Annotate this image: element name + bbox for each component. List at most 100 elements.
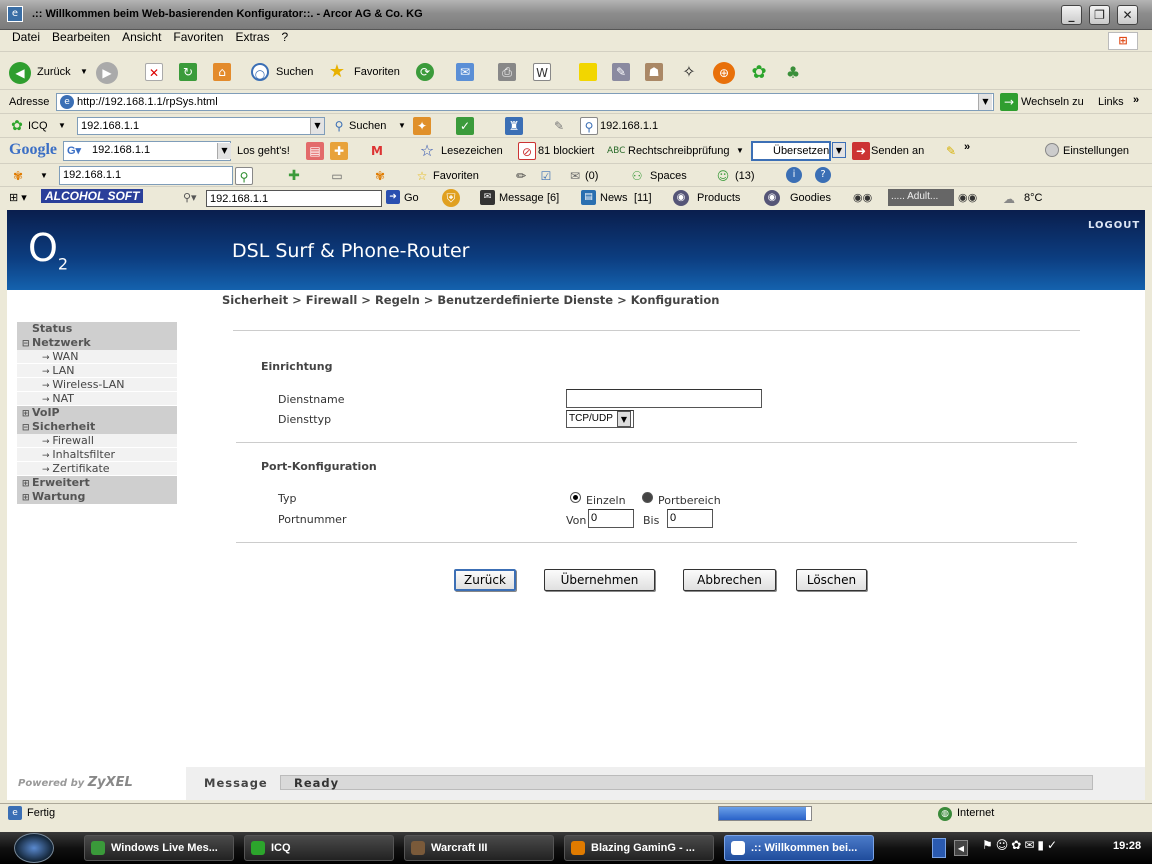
search-button[interactable]: Suchen [276,64,313,80]
icq-label[interactable]: ICQ [28,118,48,134]
alcohol-message-count[interactable]: [6] [547,190,559,206]
settings-circle-icon[interactable] [1045,143,1059,157]
port-from-input[interactable]: 0 [588,509,634,528]
sidebar-item-erweitert[interactable]: ⊞ Erweitert [17,476,177,490]
back-button[interactable]: Zurück [37,64,71,80]
menu-help[interactable]: ? [275,30,294,44]
history-icon[interactable]: ⟳ [416,63,434,81]
task-icq[interactable]: ICQ [244,835,394,861]
icq-search-button[interactable]: Suchen [349,118,386,134]
msn-spaces-button[interactable]: Spaces [650,168,687,184]
news-icon[interactable]: ▤ [306,142,324,160]
alcohol-products-icon[interactable]: ◉ [673,190,689,206]
back-arrow-icon[interactable]: ◀ [9,62,31,84]
icq-search-dropdown-icon[interactable]: ▼ [398,118,406,134]
orange-circle-icon[interactable]: ⊕ [713,62,735,84]
icq-check-icon[interactable]: ✓ [456,117,474,135]
spellcheck-button[interactable]: Rechtschreibprüfung [628,143,730,159]
highlight-icon[interactable]: ✎ [942,142,960,160]
icq-highlight-icon[interactable]: ✎ [550,117,568,135]
radio-range-label[interactable]: Portbereich [658,494,721,507]
links-label[interactable]: Links [1098,94,1124,110]
radio-single[interactable] [570,492,581,503]
home-icon[interactable]: ⌂ [213,63,231,81]
sidebar-item-status[interactable]: Status [17,322,177,336]
msn-butterfly-icon[interactable]: ✾ [9,167,27,185]
maximize-button[interactable]: ❐ [1089,5,1110,25]
translate-button[interactable]: Übersetzen [751,141,831,161]
icq-search-icon[interactable]: ⚲ [330,117,348,135]
go-arrow-icon[interactable]: → [1000,93,1018,111]
address-dropdown-icon[interactable]: ▼ [978,94,992,110]
search-icon[interactable]: ○ [251,63,269,81]
back-dropdown-icon[interactable]: ▼ [80,64,88,80]
task-router-config[interactable]: .:: Willkommen bei... [724,835,874,861]
sidebar-item-nat[interactable]: → NAT [17,392,177,406]
sidebar-item-inhaltsfilter[interactable]: → Inhaltsfilter [17,448,177,462]
msn-favorites-button[interactable]: Favoriten [433,168,479,184]
msn-spaces-icon[interactable]: ⚇ [628,167,646,185]
icq-dropdown-icon[interactable]: ▼ [58,118,66,134]
task-firefox[interactable]: Blazing GaminG - ... [564,835,714,861]
alcohol-shield-icon[interactable]: ⛨ [442,189,460,207]
popup-blocked-count[interactable]: 81 blockiert [538,143,594,159]
google-g-icon[interactable]: G▾ [67,143,81,159]
google-search-button[interactable]: Los geht's! [237,143,290,159]
sidebar-item-wireless-lan[interactable]: → Wireless-LAN [17,378,177,392]
system-tray-icons[interactable]: ⚑☺✿✉▮✓ [982,838,1092,858]
google-input-dropdown-icon[interactable]: ▼ [217,143,231,159]
alcohol-goodies-label[interactable]: Goodies [790,190,831,206]
msn-buddies-icon[interactable]: ♣ [782,62,804,84]
alcohol-news-label[interactable]: News [600,190,628,206]
sidebar-item-wan[interactable]: → WAN [17,350,177,364]
msn-window-icon[interactable]: ▭ [328,167,346,185]
msn-info-icon[interactable]: i [786,167,802,183]
menu-tools[interactable]: Extras [229,30,275,44]
service-type-dropdown-icon[interactable]: ▼ [617,411,631,427]
alcohol-goodies-icon[interactable]: ◉ [764,190,780,206]
msn-add-icon[interactable]: ✚ [285,167,303,185]
sidebar-item-wartung[interactable]: ⊞ Wartung [17,490,177,504]
research-icon[interactable]: ✎ [612,63,630,81]
send-to-icon[interactable]: ➜ [852,142,870,160]
favorites-button[interactable]: Favoriten [354,64,400,80]
sidebar-item-firewall[interactable]: → Firewall [17,434,177,448]
sidebar-item-voip[interactable]: ⊞ VoIP [17,406,177,420]
address-input[interactable]: http://192.168.1.1/rpSys.html [56,93,994,111]
back-form-button[interactable]: Zurück [454,569,516,591]
close-button[interactable]: ✕ [1117,5,1138,25]
bookmarks-button[interactable]: Lesezeichen [441,143,503,159]
alcohol-logo[interactable]: ALCOHOL SOFT [41,189,144,203]
icq-game-icon[interactable]: ♜ [505,117,523,135]
icq-find-icon[interactable]: ⚲ [580,117,598,135]
msn-search-input[interactable]: 192.168.1.1 [59,166,233,185]
google-logo[interactable]: Google [9,141,57,159]
msn-mail-count[interactable]: (0) [585,168,598,184]
alcohol-news-count[interactable]: [11] [634,190,652,206]
start-button[interactable] [14,833,54,863]
google-search-input[interactable]: 192.168.1.1 [63,141,231,161]
msn-pen-icon[interactable]: ✏ [512,167,530,185]
alcohol-go-button[interactable]: Go [404,190,419,206]
stop-icon[interactable]: ✕ [145,63,163,81]
alcohol-search-input[interactable]: 192.168.1.1 [206,190,382,207]
alcohol-search-icon[interactable]: ⚲▾ [183,190,197,206]
alcohol-products-label[interactable]: Products [697,190,740,206]
menu-edit[interactable]: Bearbeiten [46,30,116,44]
forward-arrow-icon[interactable]: ▶ [96,62,118,84]
alcohol-media-field[interactable]: ..... Adult... [888,189,954,206]
quicklaunch-icon[interactable] [932,838,946,858]
sidebar-item-netzwerk[interactable]: ⊟ Netzwerk [17,336,177,350]
msn-buddy-icon[interactable]: ☺ [714,167,732,185]
apply-button[interactable]: Übernehmen [544,569,655,591]
window-titlebar[interactable]: e .:: Willkommen beim Web-basierenden Ko… [0,0,1152,30]
tray-arrow-icon[interactable]: ◀ [954,840,968,856]
icq-search-input[interactable]: 192.168.1.1 [77,117,325,135]
alcohol-go-icon[interactable]: ➜ [386,190,400,204]
menu-view[interactable]: Ansicht [116,30,167,44]
sidebar-item-zertifikate[interactable]: → Zertifikate [17,462,177,476]
task-warcraft[interactable]: Warcraft III [404,835,554,861]
radio-single-label[interactable]: Einzeln [586,494,626,507]
alcohol-player-controls-icon[interactable]: ◉◉ [853,190,872,206]
print-icon[interactable]: ⎙ [498,63,516,81]
